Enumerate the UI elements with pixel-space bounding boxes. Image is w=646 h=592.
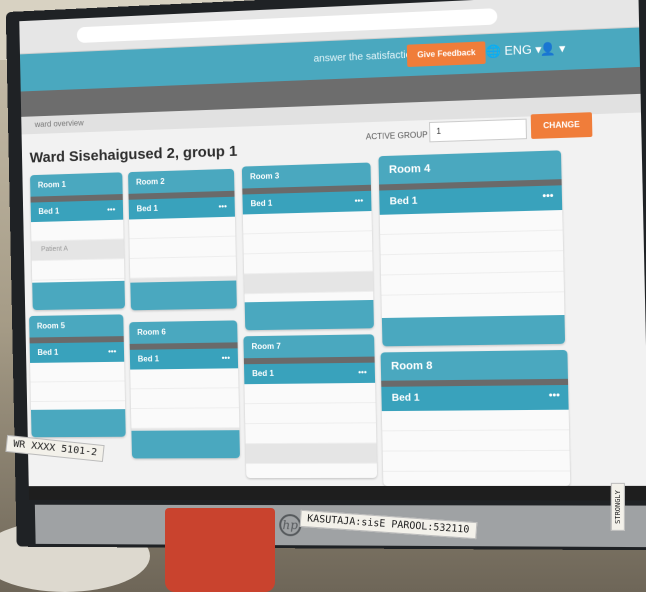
patient-slot[interactable] <box>30 381 125 402</box>
patient-slot[interactable] <box>244 383 375 404</box>
bed-header[interactable]: Bed 1 ••• <box>381 385 568 411</box>
patient-slot[interactable] <box>129 237 235 259</box>
patient-slot[interactable]: Patient A <box>31 239 124 261</box>
patient-slot[interactable] <box>382 430 569 451</box>
patient-slot[interactable] <box>245 403 376 424</box>
patient-slot[interactable] <box>246 444 377 465</box>
bed-name: Bed 1 <box>390 196 418 208</box>
active-group-select[interactable]: 1 <box>429 119 527 143</box>
more-icon[interactable]: ••• <box>108 347 116 356</box>
room-name: Room 1 <box>30 172 123 196</box>
more-icon[interactable]: ••• <box>218 202 226 211</box>
more-icon[interactable]: ••• <box>222 353 231 362</box>
bed-header[interactable]: Bed 1 ••• <box>31 200 124 222</box>
bed-header[interactable]: Bed 1 ••• <box>129 197 235 220</box>
active-group-label: ACTIVE GROUP <box>366 130 428 141</box>
room-name: Room 6 <box>129 320 237 344</box>
room-name: Room 7 <box>243 334 374 358</box>
patient-slot[interactable] <box>381 272 564 296</box>
language-selector[interactable]: 🌐 ENG ▾ <box>485 42 541 59</box>
bed-header[interactable]: Bed 1 ••• <box>379 185 562 215</box>
screen: answer the satisfaction Give Feedback 🌐 … <box>19 0 646 500</box>
hp-logo-icon: hp <box>279 514 301 536</box>
room-card[interactable]: Room 8 Bed 1 ••• <box>381 350 571 486</box>
room-name: Room 2 <box>128 169 234 194</box>
bed-header[interactable]: Bed 1 ••• <box>244 363 375 385</box>
room-name: Room 5 <box>29 314 124 337</box>
room-footer <box>31 409 126 437</box>
bed-header[interactable]: Bed 1 ••• <box>130 348 238 369</box>
room-footer <box>245 300 374 330</box>
room-card[interactable]: Room 7 Bed 1 ••• <box>243 334 377 478</box>
patient-slot[interactable] <box>382 410 569 432</box>
room-footer <box>130 281 237 311</box>
give-feedback-button[interactable]: Give Feedback <box>407 41 486 67</box>
page-title: Ward Sisehaigused 2, group 1 <box>30 143 238 167</box>
bed-name: Bed 1 <box>138 354 159 363</box>
patient-slot[interactable] <box>131 408 239 429</box>
room-card[interactable]: Room 1 Bed 1 ••• Patient A <box>30 172 125 310</box>
patient-slot[interactable] <box>129 217 235 240</box>
patient-slot[interactable] <box>244 272 373 295</box>
room-footer <box>131 430 240 458</box>
bed-name: Bed 1 <box>38 207 59 216</box>
patient-slot[interactable] <box>244 251 373 274</box>
more-icon[interactable]: ••• <box>358 368 367 377</box>
room-card[interactable]: Room 3 Bed 1 ••• <box>242 163 374 331</box>
taskbar <box>29 486 646 501</box>
room-card[interactable]: Room 6 Bed 1 ••• <box>129 320 240 458</box>
bed-name: Bed 1 <box>250 199 272 209</box>
side-tape-label: STRONGLY <box>611 483 625 531</box>
user-menu[interactable]: 👤 ▾ <box>540 41 566 56</box>
room-footer <box>382 315 565 346</box>
more-icon[interactable]: ••• <box>542 191 553 203</box>
more-icon[interactable]: ••• <box>354 196 363 205</box>
room-card[interactable]: Room 4 Bed 1 ••• <box>378 150 565 346</box>
monitor: answer the satisfaction Give Feedback 🌐 … <box>6 0 646 550</box>
feedback-prompt: answer the satisfaction <box>313 49 417 64</box>
patient-slot[interactable] <box>131 388 239 409</box>
bed-name: Bed 1 <box>136 204 157 213</box>
patient-slot[interactable] <box>130 257 236 279</box>
patient-slot[interactable] <box>245 423 376 444</box>
more-icon[interactable]: ••• <box>549 390 560 401</box>
patient-slot[interactable] <box>32 259 125 281</box>
bed-name: Bed 1 <box>37 348 58 357</box>
red-mug <box>165 508 275 592</box>
room-card[interactable]: Room 2 Bed 1 ••• <box>128 169 237 310</box>
patient-slot[interactable] <box>30 362 125 383</box>
patient-slot[interactable] <box>130 368 238 389</box>
bed-name: Bed 1 <box>392 393 420 404</box>
change-button[interactable]: CHANGE <box>531 112 593 139</box>
bed-header[interactable]: Bed 1 ••• <box>242 191 371 215</box>
bed-name: Bed 1 <box>252 369 274 378</box>
room-card[interactable]: Room 5 Bed 1 ••• <box>29 314 126 437</box>
bed-header[interactable]: Bed 1 ••• <box>30 342 125 363</box>
room-footer <box>32 281 125 310</box>
room-name: Room 8 <box>381 350 568 381</box>
patient-slot[interactable] <box>383 451 570 472</box>
patient-slot[interactable] <box>31 220 124 242</box>
more-icon[interactable]: ••• <box>107 205 115 214</box>
